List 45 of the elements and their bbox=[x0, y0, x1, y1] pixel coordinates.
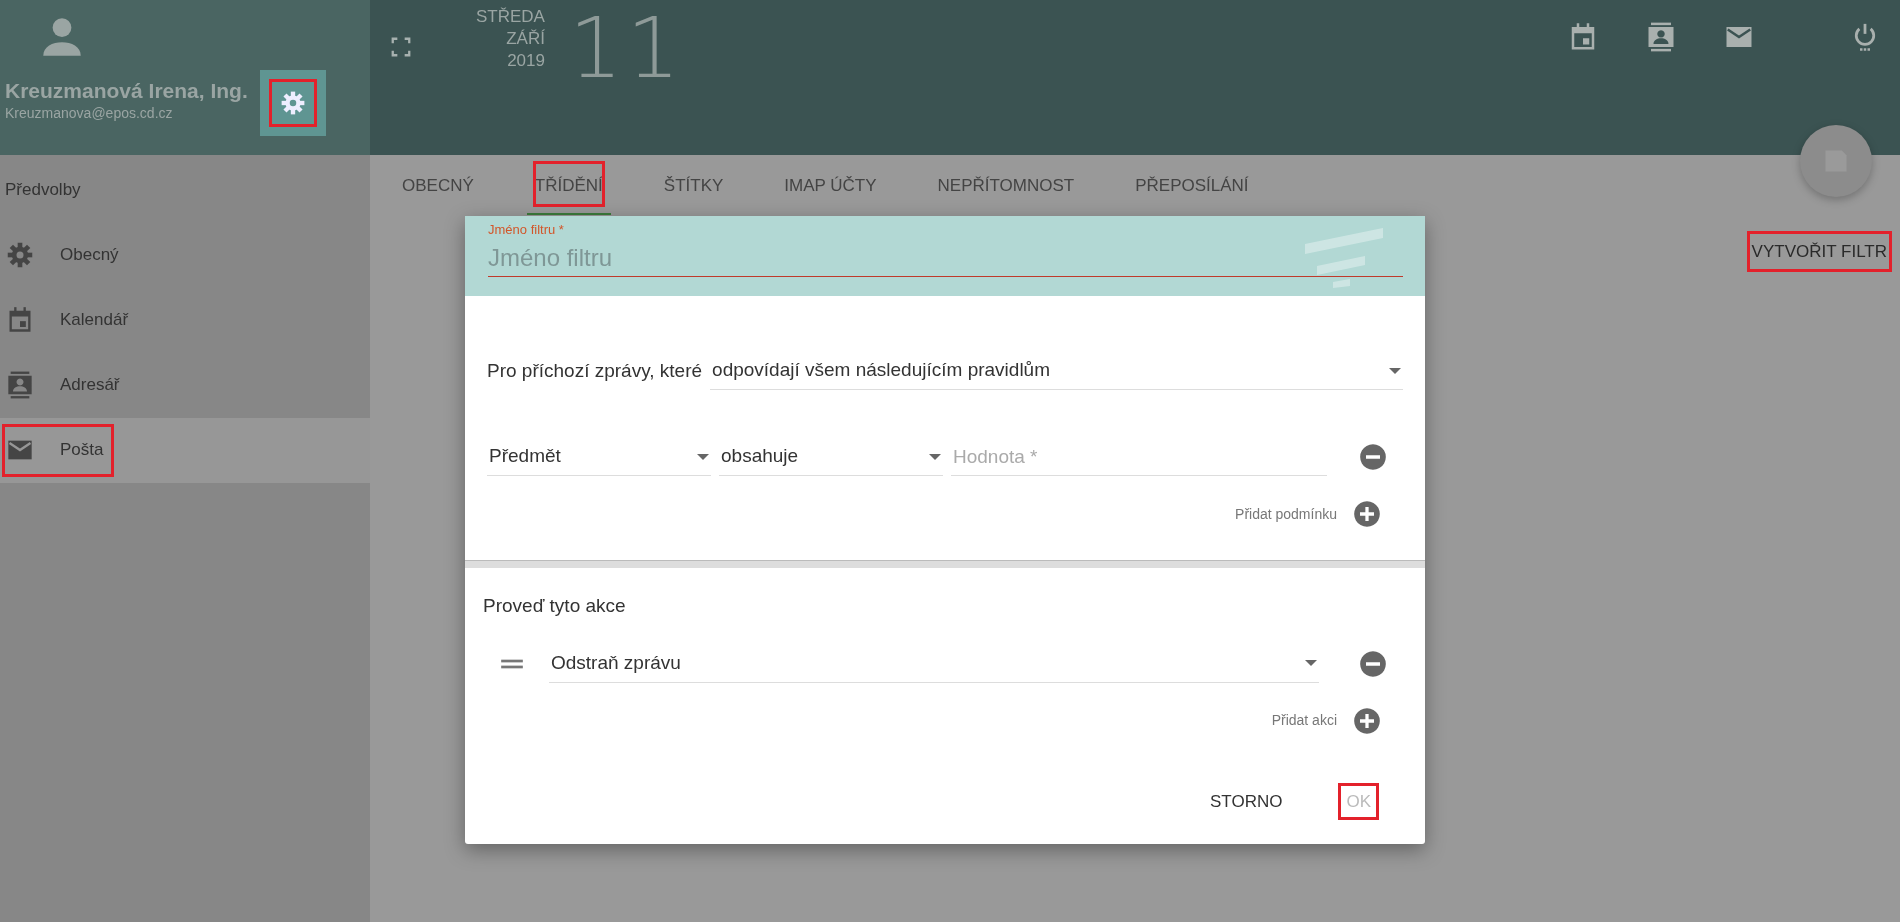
field-label: Jméno filtru * bbox=[488, 221, 565, 239]
tab[interactable]: NEPŘÍTOMNOST bbox=[929, 155, 1083, 215]
remove-action-button[interactable] bbox=[1359, 649, 1387, 678]
sidebar-item[interactable]: Kalendář bbox=[0, 287, 370, 353]
select-field[interactable]: Předmět bbox=[487, 438, 711, 476]
day-number: 11 bbox=[568, 6, 684, 90]
action-select[interactable]: Odstraň zprávu bbox=[549, 644, 1319, 683]
select-field[interactable]: obsahuje bbox=[719, 438, 943, 476]
sidebar-title: Předvolby bbox=[4, 179, 82, 201]
create-filter-button[interactable]: VYTVOŘIT FILTR bbox=[1746, 230, 1892, 272]
tab[interactable]: IMAP ÚČTY bbox=[776, 155, 885, 215]
settings-button[interactable] bbox=[259, 70, 326, 136]
fullscreen-icon bbox=[390, 35, 412, 58]
user-email: Kreuzmanova@epos.cd.cz bbox=[5, 104, 174, 124]
filter-lines-icon bbox=[1305, 228, 1385, 288]
match-label: Pro příchozí zprávy, které bbox=[487, 358, 703, 383]
caret-icon bbox=[1305, 660, 1317, 666]
tab[interactable]: PŘEPOSÍLÁNÍ bbox=[1127, 155, 1257, 215]
gear-icon bbox=[6, 241, 34, 269]
add-condition-label: Přidat podmínku bbox=[1235, 504, 1337, 524]
save-button[interactable] bbox=[1800, 125, 1872, 197]
caret-icon bbox=[929, 453, 941, 460]
tab[interactable]: ŠTÍTKY bbox=[655, 155, 732, 215]
sidebar-item[interactable]: Pošta bbox=[0, 417, 370, 483]
filter-name-field[interactable]: Jméno filtru * Jméno filtru bbox=[465, 216, 1425, 296]
sidebar-item[interactable]: Adresář bbox=[0, 352, 370, 418]
caret-icon bbox=[1389, 367, 1401, 374]
gear-icon bbox=[279, 90, 306, 116]
actions-title: Proveď tyto akce bbox=[483, 594, 627, 618]
add-action-label: Přidat akci bbox=[1271, 711, 1337, 730]
weekday-text: STŘEDA bbox=[476, 6, 545, 28]
caret-icon bbox=[697, 453, 709, 460]
year-text: 2019 bbox=[506, 50, 545, 73]
tab[interactable]: OBECNÝ bbox=[394, 155, 482, 215]
dialog-button[interactable]: STORNO bbox=[1202, 782, 1291, 820]
match-select[interactable]: odpovídají všem následujícím pravidlům bbox=[710, 352, 1403, 390]
contact-card-icon bbox=[6, 371, 34, 399]
add-action-button[interactable] bbox=[1353, 706, 1381, 735]
tab[interactable]: TŘÍDĚNÍ bbox=[526, 155, 611, 215]
month-text: ZÁŘÍ bbox=[505, 28, 545, 51]
sidebar-item[interactable]: Obecný bbox=[0, 222, 370, 288]
remove-condition-button[interactable] bbox=[1359, 443, 1387, 471]
user-name: Kreuzmanová Irena, Ing. bbox=[5, 78, 248, 104]
add-condition-button[interactable] bbox=[1353, 500, 1381, 528]
contact-card-icon[interactable] bbox=[1646, 22, 1676, 52]
